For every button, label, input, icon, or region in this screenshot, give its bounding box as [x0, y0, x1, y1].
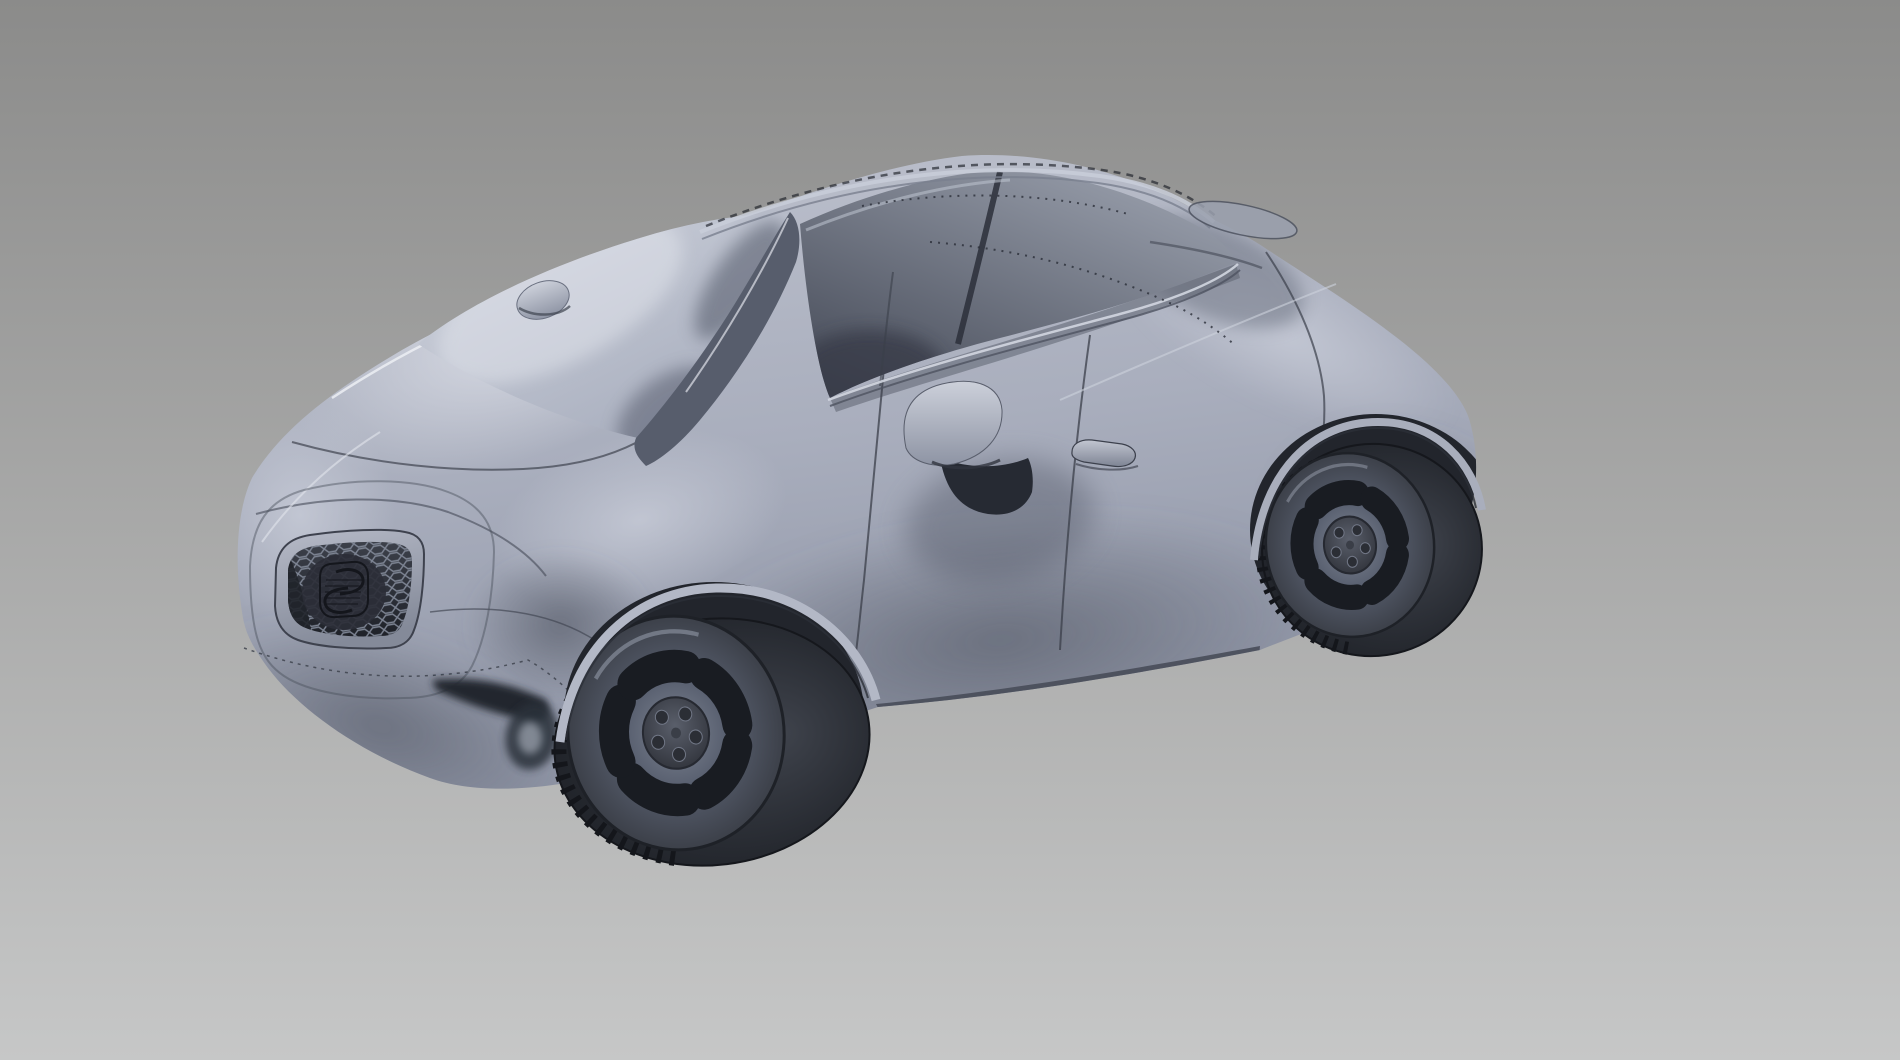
render-viewport: [0, 0, 1900, 1060]
front-grille: [275, 530, 424, 649]
grille-mesh: [286, 538, 416, 640]
car-render-3d: [0, 0, 1900, 1060]
foglight-lens: [518, 722, 542, 754]
